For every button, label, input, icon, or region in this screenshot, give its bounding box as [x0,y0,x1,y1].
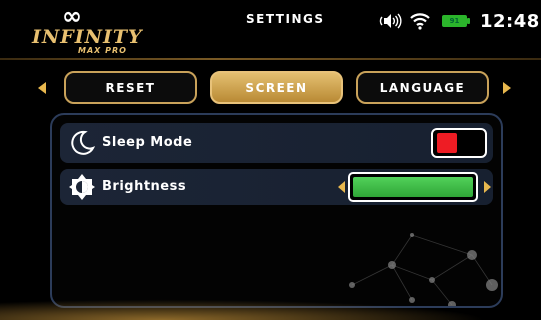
brightness-slider[interactable] [348,172,478,202]
tab-language[interactable]: LANGUAGE [356,71,489,104]
moon-icon [71,130,96,155]
sleep-mode-label: Sleep Mode [102,135,193,150]
brightness-decrease-icon[interactable] [338,181,345,193]
brightness-increase-icon[interactable] [484,181,491,193]
clock: 12:48 [480,10,540,32]
tab-screen[interactable]: SCREEN [210,71,343,104]
screen-settings-panel: Sleep Mode Brightness [50,113,503,308]
status-area: 91 12:48 [378,8,540,34]
sleep-mode-row: Sleep Mode [60,123,493,163]
battery-level: 91 [449,17,460,25]
wifi-icon[interactable] [410,12,430,30]
tab-reset[interactable]: RESET [64,71,197,104]
brightness-label: Brightness [102,179,187,194]
header-divider [0,58,541,60]
brightness-level-fill [353,177,473,197]
sleep-mode-toggle[interactable] [431,128,487,158]
tabs-next-arrow-icon[interactable] [503,82,511,94]
infinity-symbol: ∞ [62,2,82,30]
toggle-knob [437,133,457,153]
brightness-row: Brightness [60,169,493,205]
logo-brand-text: INFINITY [32,26,143,48]
bottom-decoration [0,296,541,320]
brightness-icon [69,174,95,200]
tabs-prev-arrow-icon[interactable] [38,82,46,94]
brand-logo: ∞ INFINITY MAX PRO [10,4,150,56]
speaker-icon[interactable] [378,12,402,30]
top-bar: ∞ INFINITY MAX PRO SETTINGS 91 12:48 [0,0,541,58]
battery-icon: 91 [442,15,470,27]
logo-sub-text: MAX PRO [78,46,127,55]
page-title: SETTINGS [246,12,325,26]
